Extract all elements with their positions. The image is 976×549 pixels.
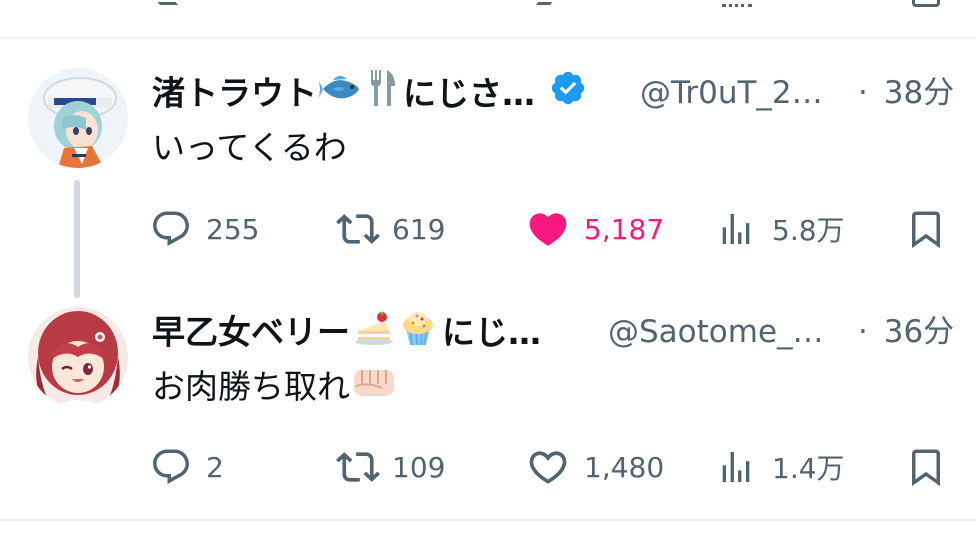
bookmark-icon-fragment — [912, 0, 940, 7]
fist-emoji-icon — [352, 364, 396, 414]
shortcake-emoji-icon — [354, 307, 394, 361]
bookmark-button[interactable] — [905, 442, 947, 492]
display-name-text: 渚トラウト — [152, 73, 317, 113]
reply-icon-fragment — [155, 0, 179, 5]
bookmark-button[interactable] — [905, 204, 947, 254]
avatar[interactable] — [28, 68, 128, 168]
views-icon-fragment — [722, 0, 752, 7]
timestamp-text: 36分 — [883, 314, 955, 350]
handle[interactable]: @Saotome_… — [608, 307, 824, 357]
retweet-count: 109 — [392, 450, 446, 484]
fish-emoji-icon — [319, 70, 363, 120]
tweet-text-content: お肉勝ち取れ — [152, 367, 350, 406]
timestamp[interactable]: · 38分 — [858, 68, 954, 118]
cupcake-emoji-icon — [398, 307, 438, 361]
views-button[interactable]: 5.8万 — [716, 204, 845, 254]
heart-filled-icon — [529, 213, 567, 246]
reply-icon — [153, 211, 189, 246]
bookmark-icon — [912, 211, 940, 249]
avatar-image — [28, 307, 128, 407]
views-count: 5.8万 — [772, 214, 845, 247]
tweet-divider — [0, 37, 976, 39]
tweet-text: いってくるわ — [152, 128, 347, 167]
retweet-icon — [336, 452, 380, 482]
like-button[interactable]: 1,480 — [526, 442, 664, 492]
like-icon-fragment — [535, 0, 555, 5]
display-name[interactable]: 渚トラウト にじさ… — [152, 68, 587, 122]
previous-tweet-actions-fragment — [0, 0, 976, 12]
handle[interactable]: @Tr0uT_2… — [640, 68, 823, 118]
like-count: 1,480 — [584, 450, 665, 484]
like-count: 5,187 — [584, 212, 665, 246]
avatar-image — [28, 68, 128, 168]
reply-count: 255 — [206, 212, 260, 246]
timestamp-separator: · — [858, 75, 868, 111]
retweet-icon — [336, 214, 380, 244]
heart-outline-icon — [529, 451, 567, 484]
retweet-button[interactable]: 619 — [336, 204, 445, 254]
views-count: 1.4万 — [772, 452, 845, 485]
reply-button[interactable]: 255 — [150, 204, 259, 254]
retweet-count: 619 — [392, 212, 446, 246]
tweet-actions: 2 109 1,480 1.4万 — [150, 442, 950, 492]
display-name-suffix: にじさ… — [403, 73, 535, 113]
verified-badge-icon — [549, 69, 587, 121]
display-name[interactable]: 早乙女ベリー にじ… — [152, 307, 541, 361]
tweet-divider — [0, 519, 976, 521]
retweet-button[interactable]: 109 — [336, 442, 445, 492]
timestamp[interactable]: · 36分 — [858, 307, 954, 357]
like-button[interactable]: 5,187 — [526, 204, 664, 254]
display-name-text: 早乙女ベリー — [152, 312, 350, 352]
views-chart-icon — [722, 452, 750, 482]
timestamp-separator: · — [858, 314, 868, 350]
thread-connector-line — [74, 180, 80, 298]
views-chart-icon — [722, 214, 750, 244]
reply-count: 2 — [206, 450, 224, 484]
tweet-actions: 255 619 5,187 5.8万 — [150, 204, 950, 254]
tweet-header: 早乙女ベリー にじ… @Saotome_… · 36分 — [152, 307, 960, 357]
avatar[interactable] — [28, 307, 128, 407]
tweet-header: 渚トラウト にじさ… @Tr0uT_2… · 38分 — [152, 68, 960, 118]
views-button[interactable]: 1.4万 — [716, 442, 845, 492]
bookmark-icon — [912, 449, 940, 487]
display-name-suffix: にじ… — [442, 312, 541, 352]
timestamp-text: 38分 — [883, 75, 955, 111]
tweet-text: お肉勝ち取れ — [152, 362, 396, 414]
reply-button[interactable]: 2 — [150, 442, 224, 492]
reply-icon — [153, 449, 189, 484]
fork-knife-icon — [365, 68, 399, 122]
